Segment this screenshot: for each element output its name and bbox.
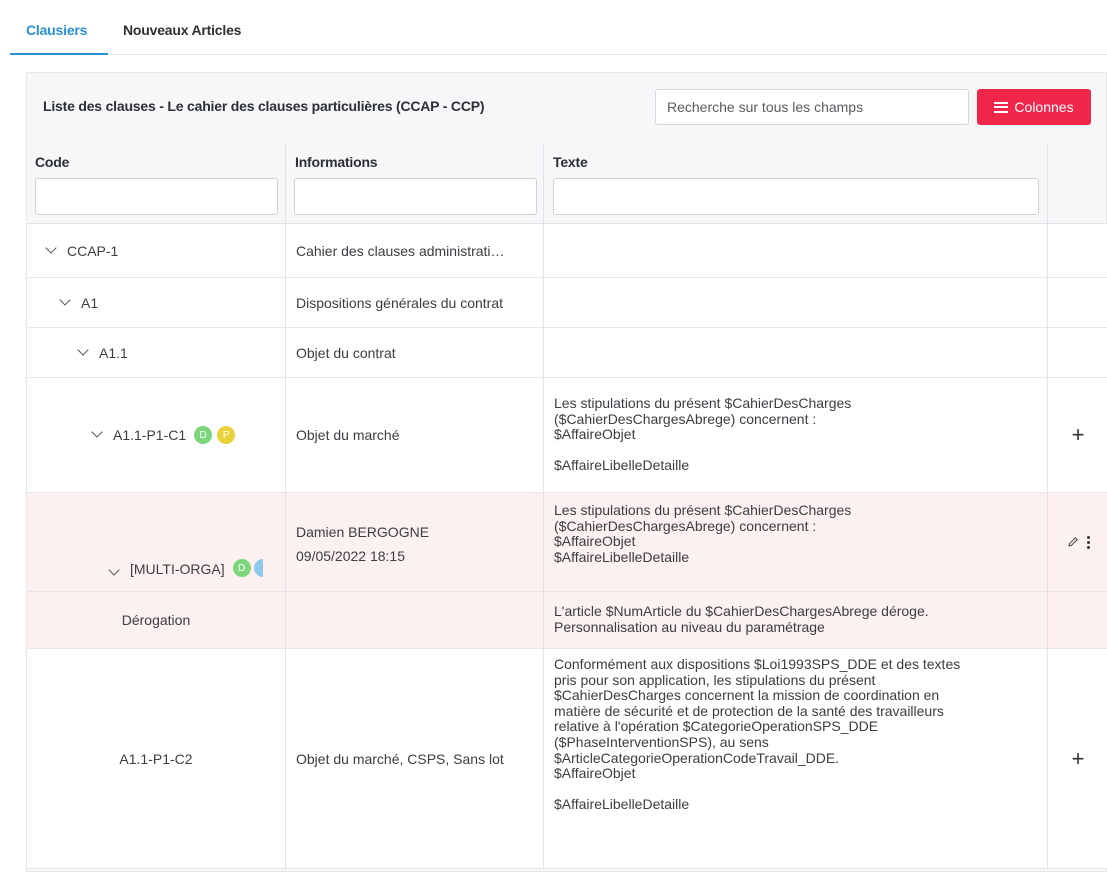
row-date: 09/05/2022 18:15 <box>296 548 405 564</box>
kebab-menu-icon[interactable] <box>1086 535 1090 549</box>
row-code: A1.1 <box>99 344 128 361</box>
row-texte: L'article $NumArticle du $CahierDesCharg… <box>554 603 929 635</box>
table-row-variant[interactable]: [MULTI-ORGA] D Damien BERGOGNE 09/05/202… <box>27 493 1107 592</box>
row-texte: Conformément aux dispositions $Loi1993SP… <box>554 656 961 813</box>
chevron-down-icon[interactable] <box>108 564 120 576</box>
table-row-derogation[interactable]: Dérogation L'article $NumArticle du $Cah… <box>27 592 1107 649</box>
columns-button[interactable]: Colonnes <box>977 89 1091 125</box>
status-badge-d: D <box>232 559 251 577</box>
row-informations: Objet du marché, CSPS, Sans lot <box>285 649 543 868</box>
status-badge-p: P <box>217 426 236 444</box>
row-code: A1.1-P1-C2 <box>119 750 193 767</box>
row-texte: Les stipulations du présent $CahierDesCh… <box>554 502 852 565</box>
chevron-down-icon[interactable] <box>45 241 57 254</box>
tab-nouveaux-articles[interactable]: Nouveaux Articles <box>123 22 241 38</box>
panel-title: Liste des clauses - Le cahier des clause… <box>43 98 485 114</box>
clauses-panel: Liste des clauses - Le cahier des clause… <box>26 72 1107 872</box>
row-informations: Cahier des clauses administrati… <box>285 224 543 277</box>
tab-bar: Clausiers Nouveaux Articles <box>10 0 1107 55</box>
chevron-down-icon[interactable] <box>59 293 71 306</box>
table-row[interactable]: A1.1-P1-C2 Objet du marché, CSPS, Sans l… <box>27 649 1107 869</box>
row-informations <box>285 592 543 648</box>
row-texte <box>543 328 1047 377</box>
row-code: Dérogation <box>121 612 191 628</box>
row-informations: Dispositions générales du contrat <box>285 278 543 327</box>
plus-icon[interactable]: + <box>1072 747 1085 770</box>
chevron-down-icon[interactable] <box>91 426 103 438</box>
row-code: A1.1-P1-C1 <box>113 427 187 443</box>
row-code: A1 <box>81 294 99 311</box>
status-badge-partial <box>253 559 263 577</box>
informations-filter-input[interactable] <box>294 178 537 215</box>
chevron-down-icon[interactable] <box>77 343 89 356</box>
global-search-input[interactable] <box>655 89 969 125</box>
row-code: [MULTI-ORGA] <box>130 561 225 577</box>
menu-lines-icon <box>994 101 1009 113</box>
tab-clausiers[interactable]: Clausiers <box>26 22 87 38</box>
row-informations: Objet du contrat <box>285 328 543 377</box>
table-row[interactable]: CCAP-1 Cahier des clauses administrati… <box>27 224 1107 278</box>
row-actions <box>1047 592 1107 648</box>
column-header-texte[interactable]: Texte <box>553 154 588 170</box>
row-texte: Les stipulations du présent $CahierDesCh… <box>554 395 852 474</box>
row-author: Damien BERGOGNE <box>296 524 430 540</box>
row-code: CCAP-1 <box>67 242 119 259</box>
status-badge-d: D <box>194 426 213 444</box>
table-row[interactable]: A1.1 Objet du contrat <box>27 328 1107 378</box>
column-header-code[interactable]: Code <box>35 154 69 170</box>
row-texte <box>543 278 1047 327</box>
row-actions <box>1047 278 1107 327</box>
columns-button-label: Colonnes <box>1014 99 1074 115</box>
table-row[interactable]: A1.1-P1-C1 D P Objet du marché Les stipu… <box>27 378 1107 493</box>
pencil-icon[interactable] <box>1067 536 1079 548</box>
plus-icon[interactable]: + <box>1072 424 1085 446</box>
table-row[interactable]: A1 Dispositions générales du contrat <box>27 278 1107 328</box>
clauses-table: Code Informations Texte CCAP-1 Cahier de… <box>27 143 1107 869</box>
row-actions <box>1047 328 1107 377</box>
row-texte <box>543 224 1047 277</box>
active-tab-indicator <box>10 53 108 55</box>
row-informations: Objet du marché <box>285 378 543 492</box>
row-actions <box>1047 224 1107 277</box>
column-header-informations[interactable]: Informations <box>295 154 378 170</box>
table-header: Code Informations Texte <box>27 143 1107 224</box>
code-filter-input[interactable] <box>35 178 278 215</box>
texte-filter-input[interactable] <box>553 178 1039 215</box>
